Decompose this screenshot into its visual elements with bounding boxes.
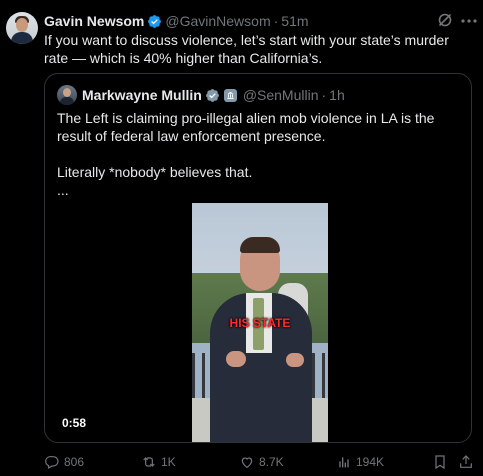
author-avatar[interactable]	[6, 12, 38, 44]
views-button[interactable]: 194K	[336, 452, 384, 472]
quoted-text-line: The Left is claiming pro-illegal alien m…	[57, 110, 435, 144]
like-button[interactable]: 8.7K	[239, 452, 284, 472]
video-duration: 0:58	[62, 416, 87, 430]
avatar-body	[11, 32, 33, 44]
tweet-text: If you want to discuss violence, let’s s…	[44, 32, 449, 66]
quoted-tweet[interactable]: Markwayne Mullin @SenMullin · 1h The Lef…	[44, 73, 472, 443]
quoted-author-avatar[interactable]	[57, 85, 77, 105]
tweet-header: Gavin Newsom @GavinNewsom · 51m	[44, 12, 309, 30]
action-bar: 806 1K 8.7K 194K	[44, 452, 476, 472]
avatar-head	[63, 88, 71, 97]
video-caption: HIS STATE	[229, 316, 291, 330]
quoted-author-name[interactable]: Markwayne Mullin	[82, 87, 202, 103]
separator-dot: ·	[321, 87, 327, 103]
tweet-time[interactable]: 51m	[281, 13, 308, 29]
video-person-hair	[240, 237, 280, 253]
grok-icon[interactable]	[437, 12, 453, 28]
like-count: 8.7K	[259, 455, 284, 469]
author-handle[interactable]: @GavinNewsom	[165, 13, 270, 29]
video-person-hand	[226, 351, 246, 367]
repost-count: 1K	[161, 455, 176, 469]
bookmark-button[interactable]	[432, 452, 448, 472]
reply-button[interactable]: 806	[44, 452, 84, 472]
video-person-hand	[286, 353, 304, 367]
reply-icon	[45, 456, 59, 470]
avatar-head	[16, 18, 28, 32]
separator-dot: ·	[273, 13, 279, 29]
avatar-body	[60, 97, 74, 105]
verified-badge-icon[interactable]	[147, 14, 162, 29]
verified-badge-icon[interactable]	[205, 88, 220, 103]
video-player[interactable]: HIS STATE	[192, 203, 328, 442]
views-icon	[339, 457, 349, 468]
reply-count: 806	[64, 455, 85, 469]
quoted-tweet-header: Markwayne Mullin @SenMullin · 1h	[82, 86, 345, 104]
bookmark-icon	[435, 455, 445, 470]
more-options-icon[interactable]	[460, 14, 478, 28]
quoted-tweet-time[interactable]: 1h	[329, 87, 345, 103]
repost-button[interactable]: 1K	[141, 452, 176, 472]
repost-icon	[143, 457, 155, 467]
tweet[interactable]: Gavin Newsom @GavinNewsom · 51m If you w…	[0, 0, 483, 476]
share-icon	[460, 455, 472, 468]
government-badge-icon[interactable]	[223, 88, 237, 102]
author-name[interactable]: Gavin Newsom	[44, 13, 144, 29]
quoted-text-ellipsis: ...	[57, 182, 69, 198]
quoted-text-line: Literally *nobody* believes that.	[57, 164, 253, 180]
quoted-tweet-text: The Left is claiming pro-illegal alien m…	[57, 109, 461, 199]
share-button[interactable]	[458, 452, 474, 472]
views-count: 194K	[356, 455, 385, 469]
quoted-author-handle[interactable]: @SenMullin	[243, 87, 319, 103]
heart-icon	[241, 457, 253, 469]
